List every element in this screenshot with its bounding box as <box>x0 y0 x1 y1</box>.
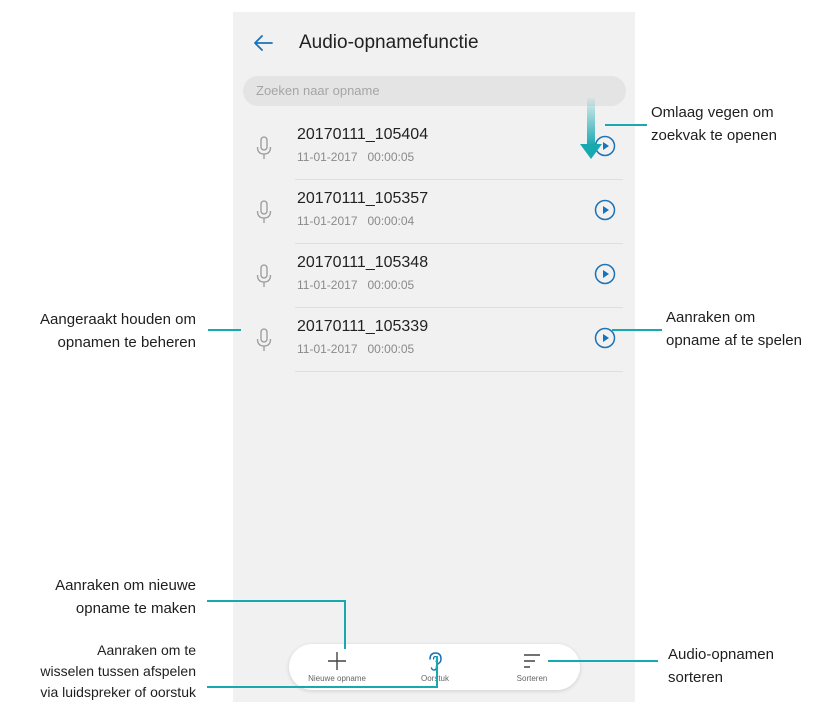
recording-item[interactable]: 20170111_105348 11-01-2017 00:00:05 <box>233 244 635 308</box>
page-title: Audio-opnamefunctie <box>299 32 479 53</box>
callout-play: Aanraken om opname af te spelen <box>666 306 802 352</box>
callout-sort: Audio-opnamen sorteren <box>668 643 774 689</box>
sort-icon <box>524 654 540 668</box>
callout-new-line2: opname te maken <box>75 600 196 617</box>
callout-switch: Aanraken om te wisselen tussen afspelen … <box>40 640 196 703</box>
recording-item[interactable]: 20170111_105339 11-01-2017 00:00:05 <box>233 308 635 372</box>
callout-hold-line2: opnamen te beheren <box>57 334 196 351</box>
callout-line-new-h <box>207 600 346 602</box>
callout-play-line1: Aanraken om <box>666 309 756 326</box>
callout-line-hold <box>208 329 241 331</box>
recording-duration: 00:00:05 <box>367 278 415 292</box>
callout-switch-line3: via luidspreker of oorstuk <box>40 684 196 700</box>
ear-icon <box>429 652 442 671</box>
microphone-icon <box>256 328 272 351</box>
callout-play-line2: opname af te spelen <box>666 332 802 349</box>
callout-hold-line1: Aangeraakt houden om <box>40 311 196 328</box>
callout-sort-line2: sorteren <box>668 669 724 686</box>
search-placeholder: Zoeken naar opname <box>256 83 380 98</box>
recording-duration: 00:00:05 <box>367 150 415 164</box>
play-icon[interactable] <box>594 199 616 221</box>
recording-date: 11-01-2017 <box>297 214 358 228</box>
recording-duration: 00:00:05 <box>367 342 415 356</box>
recording-meta: 11-01-2017 00:00:04 <box>297 214 414 228</box>
recording-name: 20170111_105404 <box>297 126 429 143</box>
recording-date: 11-01-2017 <box>297 342 358 356</box>
screenshot-stage: Audio-opnamefunctie Zoeken naar opname 2… <box>0 0 830 708</box>
new-recording-button[interactable]: Nieuwe opname <box>289 644 385 690</box>
sort-button[interactable]: Sorteren <box>484 644 580 690</box>
microphone-icon <box>256 136 272 159</box>
callout-sort-line1: Audio-opnamen <box>668 646 774 663</box>
play-icon[interactable] <box>594 263 616 285</box>
callout-swipe-line1: Omlaag vegen om <box>651 104 774 121</box>
callout-swipe: Omlaag vegen om zoekvak te openen <box>651 101 777 147</box>
callout-line-switch-v <box>436 656 438 688</box>
recording-date: 11-01-2017 <box>297 150 358 164</box>
microphone-icon <box>256 264 272 287</box>
earpiece-label: Oorstuk <box>420 674 449 683</box>
new-recording-label: Nieuwe opname <box>308 674 366 683</box>
callout-new-line1: Aanraken om nieuwe <box>55 577 196 594</box>
callout-line-sort <box>548 660 658 662</box>
microphone-icon <box>256 200 272 223</box>
recorder-screen: Audio-opnamefunctie Zoeken naar opname 2… <box>233 12 635 702</box>
earpiece-button[interactable]: Oorstuk <box>387 644 483 690</box>
callout-line-new-v <box>344 600 346 649</box>
callout-line-play <box>612 329 662 331</box>
title-bar: Audio-opnamefunctie <box>233 12 635 72</box>
recording-meta: 11-01-2017 00:00:05 <box>297 150 414 164</box>
recording-meta: 11-01-2017 00:00:05 <box>297 342 414 356</box>
callout-line-switch-h <box>207 686 438 688</box>
plus-icon <box>328 652 346 670</box>
bottom-toolbar: Nieuwe opname Oorstuk Sorteren <box>289 644 580 690</box>
search-input[interactable]: Zoeken naar opname <box>243 76 626 106</box>
recording-duration: 00:00:04 <box>367 214 415 228</box>
recording-name: 20170111_105357 <box>297 190 429 207</box>
recording-date: 11-01-2017 <box>297 278 358 292</box>
recording-name: 20170111_105348 <box>297 254 429 271</box>
callout-switch-line1: Aanraken om te <box>97 642 196 658</box>
callout-switch-line2: wisselen tussen afspelen <box>40 663 196 679</box>
callout-hold: Aangeraakt houden om opnamen te beheren <box>40 308 196 354</box>
callout-line-swipe <box>605 124 647 126</box>
recording-item[interactable]: 20170111_105404 11-01-2017 00:00:05 <box>233 116 635 180</box>
row-divider <box>295 371 623 372</box>
callout-new: Aanraken om nieuwe opname te maken <box>55 574 196 620</box>
recording-name: 20170111_105339 <box>297 318 429 335</box>
recording-list: 20170111_105404 11-01-2017 00:00:05 20170… <box>233 116 635 372</box>
recording-meta: 11-01-2017 00:00:05 <box>297 278 414 292</box>
recording-item[interactable]: 20170111_105357 11-01-2017 00:00:04 <box>233 180 635 244</box>
callout-swipe-line2: zoekvak te openen <box>651 127 777 144</box>
swipe-down-arrow-icon <box>580 98 602 159</box>
arrow-left-icon[interactable] <box>251 31 275 55</box>
sort-label: Sorteren <box>516 674 548 683</box>
